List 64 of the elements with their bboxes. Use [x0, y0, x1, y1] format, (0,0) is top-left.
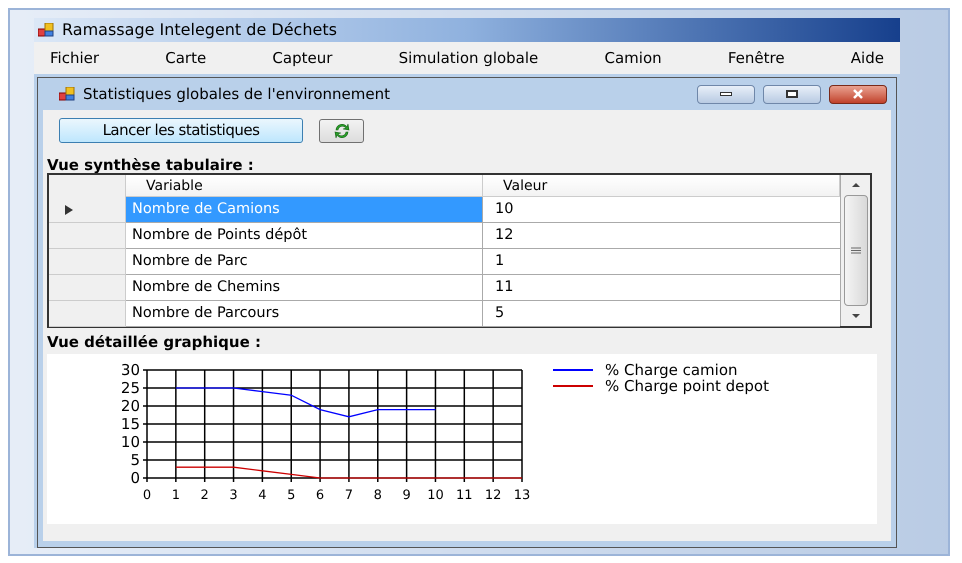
x-tick-label: 11	[456, 488, 473, 503]
vertical-scrollbar[interactable]	[840, 175, 870, 326]
scroll-up-icon	[852, 183, 860, 187]
row-header[interactable]	[49, 301, 126, 327]
x-tick-label: 5	[287, 488, 296, 503]
column-header[interactable]: Valeur	[483, 175, 840, 197]
y-tick-label: 10	[120, 433, 140, 451]
y-tick-label: 25	[120, 379, 140, 397]
grip-icon	[850, 247, 860, 254]
minimize-button[interactable]	[697, 84, 755, 104]
refresh-button[interactable]	[319, 118, 364, 142]
x-tick-label: 9	[402, 488, 411, 503]
x-tick-label: 6	[316, 488, 324, 503]
menu-item[interactable]: Fichier	[50, 46, 100, 70]
app-icon	[59, 87, 75, 101]
row-header[interactable]	[49, 249, 126, 275]
legend-label: % Charge camion	[605, 362, 738, 378]
scrollbar-thumb[interactable]	[844, 195, 868, 306]
table-cell[interactable]: Nombre de Chemins	[126, 275, 483, 301]
child-window-title: Statistiques globales de l'environnement	[83, 84, 391, 105]
y-tick-label: 5	[130, 451, 140, 469]
row-header[interactable]	[49, 223, 126, 249]
x-tick-label: 10	[427, 488, 444, 503]
menu-item[interactable]: Camion	[604, 46, 662, 70]
x-tick-label: 12	[484, 488, 502, 503]
menu-item[interactable]: Fenêtre	[728, 46, 785, 70]
x-tick-label: 13	[514, 488, 530, 503]
run-statistics-button[interactable]: Lancer les statistiques	[59, 118, 303, 143]
menu-item[interactable]: Capteur	[272, 46, 332, 70]
x-tick-label: 8	[374, 488, 382, 503]
x-tick-label: 2	[200, 488, 209, 503]
menu-item[interactable]: Simulation globale	[398, 46, 538, 70]
close-icon	[852, 89, 864, 99]
column-header[interactable]: Variable	[126, 175, 483, 197]
section-label: Vue détaillée graphique :	[47, 334, 262, 350]
x-tick-label: 1	[172, 488, 180, 503]
maximize-button[interactable]	[763, 84, 821, 104]
y-tick-label: 30	[120, 361, 140, 379]
app-icon	[38, 23, 54, 37]
y-tick-label: 15	[120, 415, 140, 433]
legend-label: % Charge point depot	[605, 378, 769, 394]
row-header[interactable]	[49, 197, 126, 223]
x-tick-label: 3	[229, 488, 238, 503]
x-tick-label: 0	[142, 488, 152, 503]
table-cell[interactable]: Nombre de Parcours	[126, 301, 483, 327]
refresh-icon	[332, 122, 350, 140]
scroll-down-icon	[852, 314, 860, 318]
table-cell[interactable]: Nombre de Parc	[126, 249, 483, 275]
y-tick-label: 0	[130, 469, 140, 487]
table-cell[interactable]: 11	[483, 275, 840, 301]
x-tick-label: 7	[344, 488, 354, 503]
section-label: Vue synthèse tabulaire :	[47, 157, 255, 173]
menu-item[interactable]: Carte	[165, 46, 206, 70]
table-cell[interactable]: 1	[483, 249, 840, 275]
table-cell[interactable]: 12	[483, 223, 840, 249]
x-tick-label: 4	[258, 488, 267, 503]
menu-item[interactable]: Aide	[850, 46, 884, 70]
table-cell[interactable]: 5	[483, 301, 840, 327]
y-tick-label: 20	[120, 397, 140, 415]
table-cell[interactable]: 10	[483, 197, 840, 223]
row-header[interactable]	[49, 275, 126, 301]
table-cell[interactable]: Nombre de Points dépôt	[126, 223, 483, 249]
close-button[interactable]	[829, 84, 887, 104]
window-title: Ramassage Intelegent de Déchets	[62, 19, 337, 41]
